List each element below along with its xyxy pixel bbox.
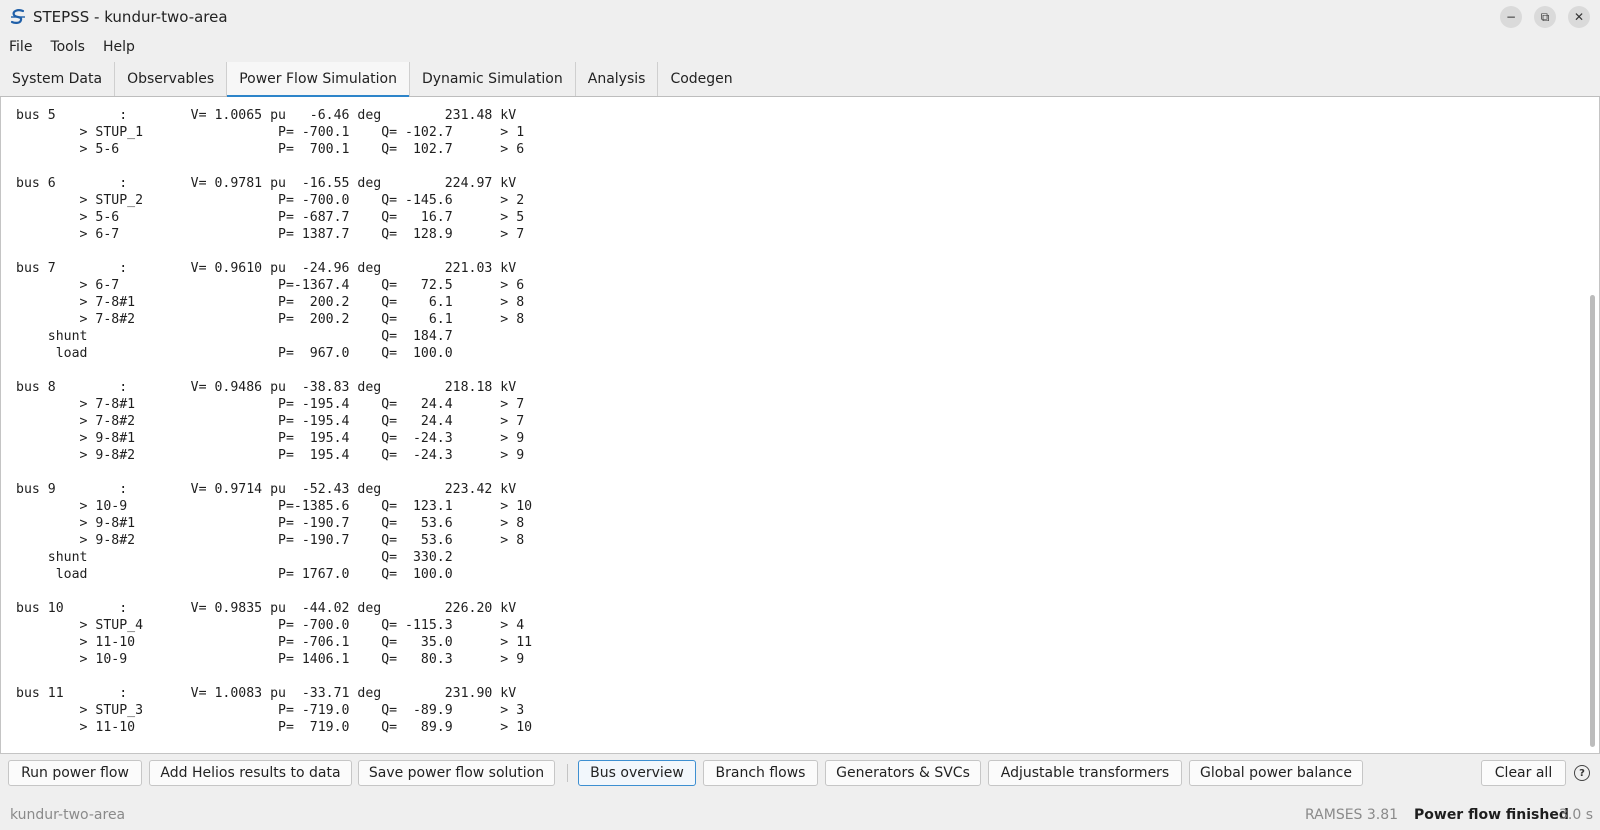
restore-icon[interactable]: ⧉ [1534, 6, 1556, 28]
menu-bar: File Tools Help [0, 34, 1600, 60]
output-line: > 9-8#2 P= 195.4 Q= -24.3 > 9 [16, 448, 525, 463]
tab-observables[interactable]: Observables [115, 62, 228, 96]
status-project-name: kundur-two-area [10, 807, 126, 823]
output-line: > 9-8#2 P= -190.7 Q= 53.6 > 8 [16, 533, 525, 548]
title-bar: STEPSS - kundur-two-area − ⧉ ✕ [0, 0, 1600, 34]
scrollbar-thumb[interactable] [1590, 295, 1595, 747]
status-bar: kundur-two-area RAMSES 3.81 Power flow f… [0, 804, 1600, 826]
bus-overview-button[interactable]: Bus overview [578, 760, 696, 786]
output-line: > 6-7 P=-1367.4 Q= 72.5 > 6 [16, 278, 525, 293]
tab-bar: System Data Observables Power Flow Simul… [0, 62, 1600, 97]
toolbar-separator [567, 764, 568, 782]
output-line: > 7-8#1 P= 200.2 Q= 6.1 > 8 [16, 295, 525, 310]
output-line: > 10-9 P=-1385.6 Q= 123.1 > 10 [16, 499, 533, 514]
output-line: bus 9 : V= 0.9714 pu -52.43 deg 223.42 k… [16, 482, 517, 497]
menu-file[interactable]: File [0, 39, 41, 55]
output-line: > STUP_3 P= -719.0 Q= -89.9 > 3 [16, 703, 525, 718]
vertical-scrollbar[interactable] [1589, 97, 1597, 753]
output-line: > 9-8#1 P= -190.7 Q= 53.6 > 8 [16, 516, 525, 531]
output-line: > 5-6 P= 700.1 Q= 102.7 > 6 [16, 142, 525, 157]
output-line: load P= 1767.0 Q= 100.0 [16, 567, 453, 582]
output-line: shunt Q= 184.7 [16, 329, 453, 344]
clear-all-button[interactable]: Clear all [1481, 760, 1566, 786]
power-flow-output-text: bus 5 : V= 1.0065 pu -6.46 deg 231.48 kV… [1, 97, 1599, 736]
status-ramses-version: RAMSES 3.81 [1305, 807, 1399, 823]
help-icon[interactable]: ? [1574, 765, 1590, 781]
output-line: shunt Q= 330.2 [16, 550, 453, 565]
generators-svcs-button[interactable]: Generators & SVCs [825, 760, 981, 786]
branch-flows-button[interactable]: Branch flows [703, 760, 818, 786]
status-elapsed-time: 3.0 s [1559, 807, 1594, 823]
save-power-flow-solution-button[interactable]: Save power flow solution [358, 760, 555, 786]
output-line: bus 10 : V= 0.9835 pu -44.02 deg 226.20 … [16, 601, 517, 616]
output-line: > STUP_4 P= -700.0 Q= -115.3 > 4 [16, 618, 525, 633]
stepss-logo-icon [9, 8, 27, 26]
output-line: > 11-10 P= -706.1 Q= 35.0 > 11 [16, 635, 533, 650]
output-line: bus 7 : V= 0.9610 pu -24.96 deg 221.03 k… [16, 261, 517, 276]
output-line: > 10-9 P= 1406.1 Q= 80.3 > 9 [16, 652, 525, 667]
run-power-flow-button[interactable]: Run power flow [8, 760, 142, 786]
tab-dynamic-simulation[interactable]: Dynamic Simulation [410, 62, 576, 96]
minimize-icon[interactable]: − [1500, 6, 1522, 28]
menu-help[interactable]: Help [94, 39, 144, 55]
power-flow-toolbar: Run power flow Add Helios results to dat… [0, 760, 1600, 790]
output-line: > 9-8#1 P= 195.4 Q= -24.3 > 9 [16, 431, 525, 446]
output-line: load P= 967.0 Q= 100.0 [16, 346, 453, 361]
status-message: Power flow finished [1414, 807, 1569, 823]
output-line: > 7-8#2 P= -195.4 Q= 24.4 > 7 [16, 414, 525, 429]
output-line: bus 6 : V= 0.9781 pu -16.55 deg 224.97 k… [16, 176, 517, 191]
add-helios-results-button[interactable]: Add Helios results to data [149, 760, 352, 786]
output-line: bus 11 : V= 1.0083 pu -33.71 deg 231.90 … [16, 686, 517, 701]
menu-tools[interactable]: Tools [41, 39, 94, 55]
output-line: > STUP_2 P= -700.0 Q= -145.6 > 2 [16, 193, 525, 208]
output-line: > 7-8#2 P= 200.2 Q= 6.1 > 8 [16, 312, 525, 327]
window-title: STEPSS - kundur-two-area [33, 8, 228, 26]
output-line: > 11-10 P= 719.0 Q= 89.9 > 10 [16, 720, 533, 735]
adjustable-transformers-button[interactable]: Adjustable transformers [988, 760, 1182, 786]
output-line: > 5-6 P= -687.7 Q= 16.7 > 5 [16, 210, 525, 225]
output-line: bus 8 : V= 0.9486 pu -38.83 deg 218.18 k… [16, 380, 517, 395]
output-line: > 6-7 P= 1387.7 Q= 128.9 > 7 [16, 227, 525, 242]
output-line: > 7-8#1 P= -195.4 Q= 24.4 > 7 [16, 397, 525, 412]
tab-analysis[interactable]: Analysis [576, 62, 659, 96]
close-icon[interactable]: ✕ [1568, 6, 1590, 28]
output-line: bus 5 : V= 1.0065 pu -6.46 deg 231.48 kV [16, 108, 517, 123]
tab-codegen[interactable]: Codegen [658, 62, 744, 96]
output-line: > STUP_1 P= -700.1 Q= -102.7 > 1 [16, 125, 525, 140]
power-flow-output-panel[interactable]: bus 5 : V= 1.0065 pu -6.46 deg 231.48 kV… [0, 97, 1600, 754]
tab-system-data[interactable]: System Data [0, 62, 116, 96]
global-power-balance-button[interactable]: Global power balance [1189, 760, 1363, 786]
tab-power-flow-simulation[interactable]: Power Flow Simulation [227, 62, 410, 97]
